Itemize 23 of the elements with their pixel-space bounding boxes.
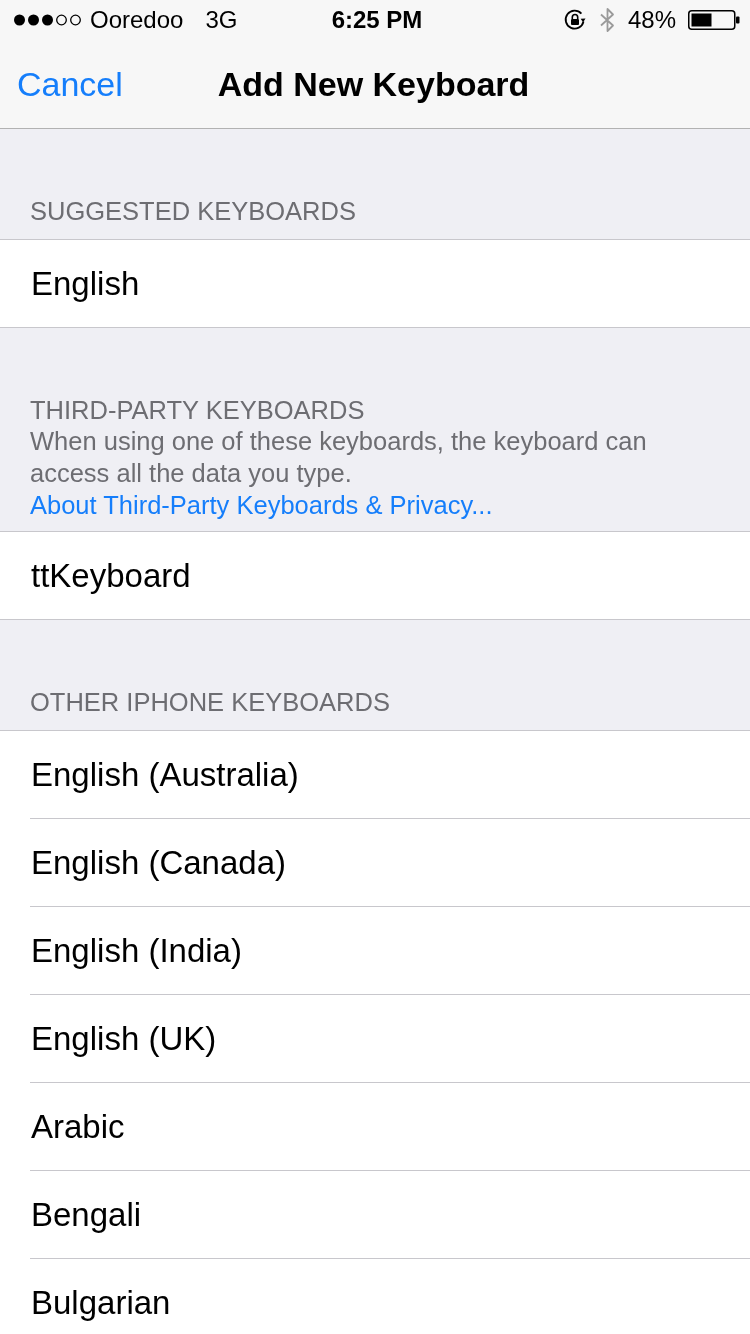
keyboard-row[interactable]: Bulgarian (0, 1259, 750, 1334)
carrier-name: Ooredoo (90, 6, 184, 34)
battery-icon (688, 10, 740, 30)
battery-percent: 48% (627, 6, 676, 34)
keyboard-row[interactable]: Bengali (0, 1171, 750, 1259)
section-header: SUGGESTED KEYBOARDS (30, 196, 357, 226)
keyboard-row[interactable]: ttKeyboard (0, 532, 750, 619)
keyboard-row[interactable]: English (0, 240, 750, 327)
keyboard-row[interactable]: English (Canada) (0, 819, 750, 907)
keyboard-row[interactable]: Arabic (0, 1083, 750, 1171)
status-time: 6:25 PM (331, 6, 423, 34)
section-header: THIRD-PARTY KEYBOARDS (30, 395, 366, 425)
keyboard-row[interactable]: English (India) (0, 907, 750, 995)
privacy-note: When using one of these keyboards, the keyboard can access all the data you type. About Third-Party Keyboards & Privacy... (30, 426, 648, 521)
screen-title: Add New Keyboard (217, 64, 530, 104)
cancel-button[interactable]: Cancel (17, 64, 123, 104)
signal-strength-icon (14, 14, 81, 26)
keyboard-row[interactable]: English (Australia) (0, 731, 750, 819)
keyboard-row[interactable]: English (UK) (0, 995, 750, 1083)
network-type: 3G (205, 6, 238, 34)
section-header: OTHER IPHONE KEYBOARDS (30, 687, 391, 717)
bluetooth-icon (598, 7, 616, 33)
rotation-lock-icon (562, 8, 587, 32)
